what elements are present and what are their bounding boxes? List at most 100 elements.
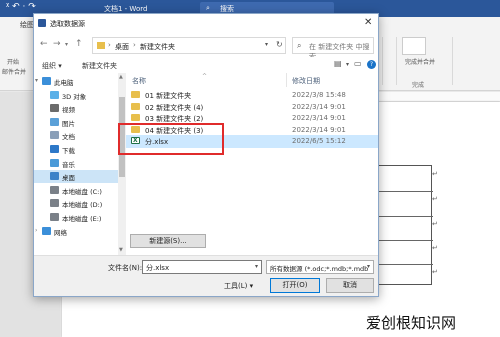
folder-icon <box>131 91 140 98</box>
navigation-scrollbar[interactable]: ▲ ▼ <box>118 73 126 255</box>
sidebar-item-label: 文档 <box>62 133 75 142</box>
forward-arrow-icon[interactable]: → <box>53 39 61 49</box>
ribbon-left-mailmerge[interactable]: 邮件合并 <box>2 67 26 76</box>
ribbon-separator <box>382 37 383 85</box>
address-bar[interactable]: › 桌面 › 新建文件夹 ▾ ↻ <box>92 37 286 54</box>
sidebar-item[interactable]: 本地磁盘 (D:) <box>34 197 118 210</box>
sidebar-item[interactable]: 3D 对象 <box>34 89 118 102</box>
organize-menu[interactable]: 组织 ▾ <box>42 61 62 71</box>
video-icon <box>50 104 59 113</box>
search-icon: ⌕ <box>206 4 210 12</box>
column-header-modified[interactable]: 修改日期 <box>292 76 320 86</box>
cancel-button[interactable]: 取消 <box>326 278 374 293</box>
dialog-title-bar[interactable]: 选取数据源 ✕ <box>34 14 378 33</box>
sidebar-item-label: 桌面 <box>62 174 75 183</box>
desktop-icon <box>50 172 59 181</box>
sidebar-item[interactable]: ▾ 此电脑 <box>34 75 118 88</box>
music-icon <box>50 158 59 167</box>
file-modified-date: 2022/3/8 15:48 <box>292 91 346 99</box>
tools-menu[interactable]: 工具(L) ▾ <box>224 281 253 291</box>
word-app-icon <box>38 19 46 27</box>
preview-pane-icon[interactable]: ▭ <box>354 59 362 68</box>
drive-icon <box>50 185 59 194</box>
paragraph-mark-icon: ↵ <box>432 195 438 203</box>
drive-icon <box>50 199 59 208</box>
sidebar-item-label: 本地磁盘 (C:) <box>62 187 102 196</box>
column-header-row: 名称 ^ 修改日期 <box>126 73 378 87</box>
sidebar-item-label: 本地磁盘 (D:) <box>62 201 103 210</box>
file-modified-date: 2022/3/14 9:01 <box>292 125 346 134</box>
3d-objects-icon <box>50 90 59 99</box>
column-header-name[interactable]: 名称 <box>132 76 146 86</box>
network-icon <box>42 226 51 235</box>
sidebar-item-label: 音乐 <box>62 160 75 169</box>
chevron-down-icon[interactable]: ▾ <box>367 263 370 270</box>
chevron-right-icon: › <box>108 41 111 49</box>
chevron-down-icon[interactable]: ▾ <box>35 77 38 84</box>
sidebar-item[interactable]: 本地磁盘 (E:) <box>34 211 118 224</box>
drive-icon <box>50 213 59 221</box>
sidebar-item[interactable]: 本地磁盘 (C:) <box>34 184 118 197</box>
file-name: 01 新建文件夹 <box>145 92 192 100</box>
chevron-right-icon: › <box>133 41 136 49</box>
help-icon[interactable]: ? <box>367 60 376 69</box>
new-source-button[interactable]: 新建源(S)... <box>130 234 206 248</box>
open-button[interactable]: 打开(O) <box>270 278 320 293</box>
paragraph-mark-icon: ↵ <box>432 244 438 252</box>
pictures-icon <box>50 117 59 126</box>
recent-dropdown-icon[interactable]: ▾ <box>65 41 68 48</box>
filename-input[interactable]: 分.xlsx ▾ <box>142 260 262 274</box>
documents-icon <box>50 131 59 140</box>
view-options-icon[interactable]: ▤ <box>334 59 342 68</box>
finish-merge-icon <box>402 37 426 55</box>
sidebar-item-label: 本地磁盘 (E:) <box>62 215 102 223</box>
file-name: 02 新建文件夹 (4) <box>145 103 204 112</box>
sidebar-item-label: 下载 <box>62 147 75 155</box>
ribbon-separator <box>452 37 453 85</box>
folder-search-input[interactable]: ⌕ 在 新建文件夹 中搜索 <box>292 37 374 61</box>
file-modified-date: 2022/6/5 15:12 <box>292 137 346 146</box>
chevron-down-icon[interactable]: ▾ <box>265 41 268 48</box>
file-type-select[interactable]: 所有数据源 (*.odc;*.mdb;*.mdb ▾ <box>266 260 374 274</box>
dialog-navbar: ← → ▾ ↑ › 桌面 › 新建文件夹 ▾ ↻ ⌕ 在 新建文件夹 中搜索 <box>34 33 378 61</box>
close-icon[interactable]: ✕ <box>364 17 372 28</box>
file-list: 名称 ^ 修改日期 01 新建文件夹 2022/3/8 15:48 02 新建文件夹… <box>126 73 378 255</box>
watermark-logo: 爱创根知识网 <box>366 314 457 332</box>
sidebar-item[interactable]: 桌面 <box>34 170 118 184</box>
quick-access-toolbar[interactable]: ᵡ ↶ · ↷ <box>6 2 36 12</box>
refresh-icon[interactable]: ↻ <box>276 40 283 49</box>
sidebar-item[interactable]: 音乐 <box>34 157 118 170</box>
sidebar-item[interactable]: 视频 <box>34 102 118 115</box>
back-arrow-icon[interactable]: ← <box>40 39 48 49</box>
filename-label: 文件名(N): <box>108 264 143 272</box>
sidebar-item[interactable]: 文档 <box>34 129 118 142</box>
up-arrow-icon[interactable]: ↑ <box>75 39 83 49</box>
column-separator[interactable] <box>286 73 287 87</box>
sidebar-item[interactable]: 图片 <box>34 116 118 129</box>
paragraph-mark-icon: ↵ <box>432 268 438 276</box>
chevron-down-icon[interactable]: ▾ <box>255 263 258 270</box>
folder-icon <box>131 114 140 122</box>
chevron-right-icon[interactable]: › <box>35 227 37 234</box>
dialog-footer: 文件名(N): 分.xlsx ▾ 所有数据源 (*.odc;*.mdb;*.md… <box>34 255 378 296</box>
folder-icon <box>97 42 105 49</box>
finish-merge-button[interactable]: 完成并合并 <box>398 57 442 66</box>
scroll-down-icon[interactable]: ▼ <box>119 247 123 253</box>
chevron-down-icon[interactable]: ▾ <box>346 61 349 68</box>
navigation-pane: ▾ 此电脑 3D 对象 视频图片文档下载音乐桌面本地磁盘 (C:) 本地磁盘 (D:) 本… <box>34 73 118 255</box>
ribbon-tab-draw[interactable]: 绘图 <box>20 20 34 30</box>
file-type-value: 所有数据源 (*.odc;*.mdb;*.mdb <box>270 265 369 273</box>
dialog-toolbar: 组织 ▾ 新建文件夹 ▤ ▾ ▭ ? <box>34 57 378 73</box>
sidebar-item[interactable]: › 网络 <box>34 225 118 238</box>
sidebar-item[interactable]: 下载 <box>34 143 118 156</box>
sidebar-item-label: 图片 <box>62 119 75 128</box>
ribbon-left-start[interactable]: 开始 <box>3 57 23 66</box>
sort-arrow-icon: ^ <box>202 73 208 80</box>
breadcrumb-new-folder[interactable]: 新建文件夹 <box>140 42 175 52</box>
paragraph-mark-icon: ↵ <box>432 170 438 178</box>
new-folder-button[interactable]: 新建文件夹 <box>82 61 117 71</box>
breadcrumb-desktop[interactable]: 桌面 <box>115 42 129 52</box>
file-modified-date: 2022/3/14 9:01 <box>292 114 346 123</box>
scroll-up-icon[interactable]: ▲ <box>119 74 123 80</box>
paragraph-mark-icon: ↵ <box>432 220 438 228</box>
